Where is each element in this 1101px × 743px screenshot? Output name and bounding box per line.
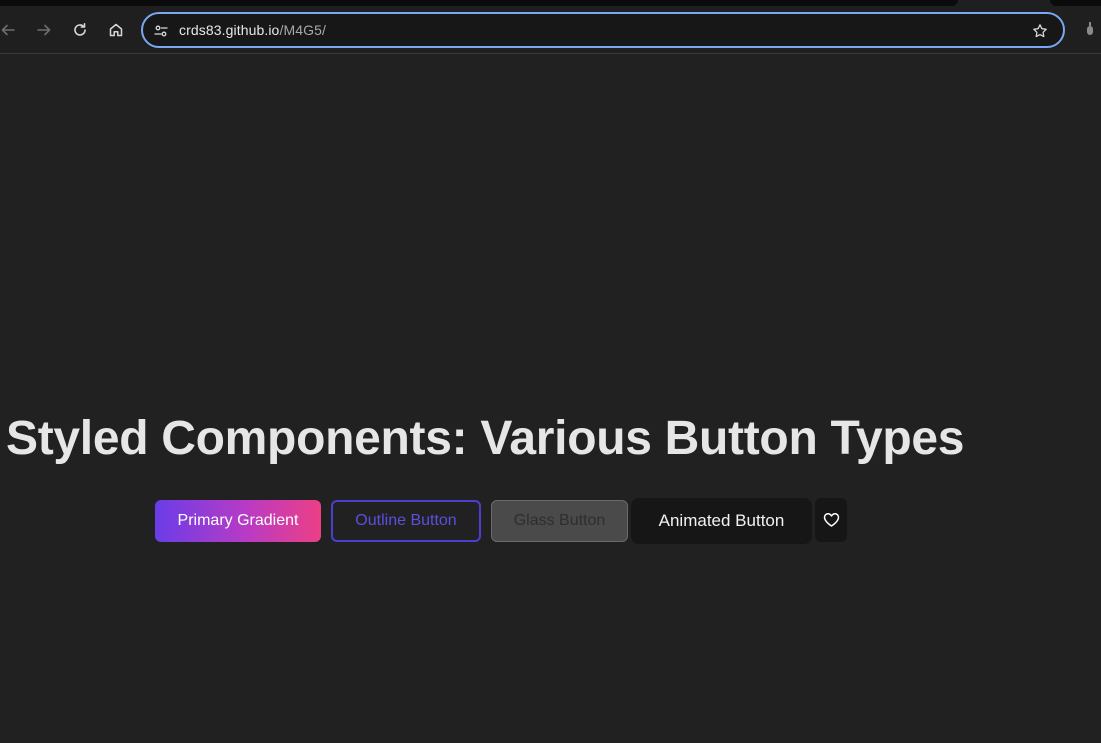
arrow-right-icon [37,24,51,36]
primary-gradient-button[interactable]: Primary Gradient [155,500,321,542]
glass-button[interactable]: Glass Button [491,500,628,542]
browser-toolbar: crds83.github.io/M4G5/ [0,0,1101,54]
extension-icon[interactable] [1083,20,1097,40]
url-path: /M4G5/ [279,22,326,38]
page-content: Styled Components: Various Button Types … [0,55,1101,743]
heart-icon [823,513,839,527]
tab-strip-right [1050,0,1101,6]
outline-button[interactable]: Outline Button [331,500,481,542]
home-icon [109,23,123,37]
tab-strip [0,0,958,6]
home-button[interactable] [104,18,128,42]
heart-button[interactable] [815,498,847,542]
animated-button[interactable]: Animated Button [631,498,812,544]
reload-button[interactable] [68,18,92,42]
page-title: Styled Components: Various Button Types [6,412,965,465]
arrow-left-icon [1,24,15,36]
reload-icon [74,23,86,36]
back-button[interactable] [0,18,20,42]
url-host: crds83.github.io [179,22,280,38]
tune-icon[interactable] [152,22,170,40]
forward-button[interactable] [32,18,56,42]
address-bar[interactable]: crds83.github.io/M4G5/ [141,12,1065,48]
url-text[interactable]: crds83.github.io/M4G5/ [179,22,326,38]
star-icon[interactable] [1031,22,1049,40]
